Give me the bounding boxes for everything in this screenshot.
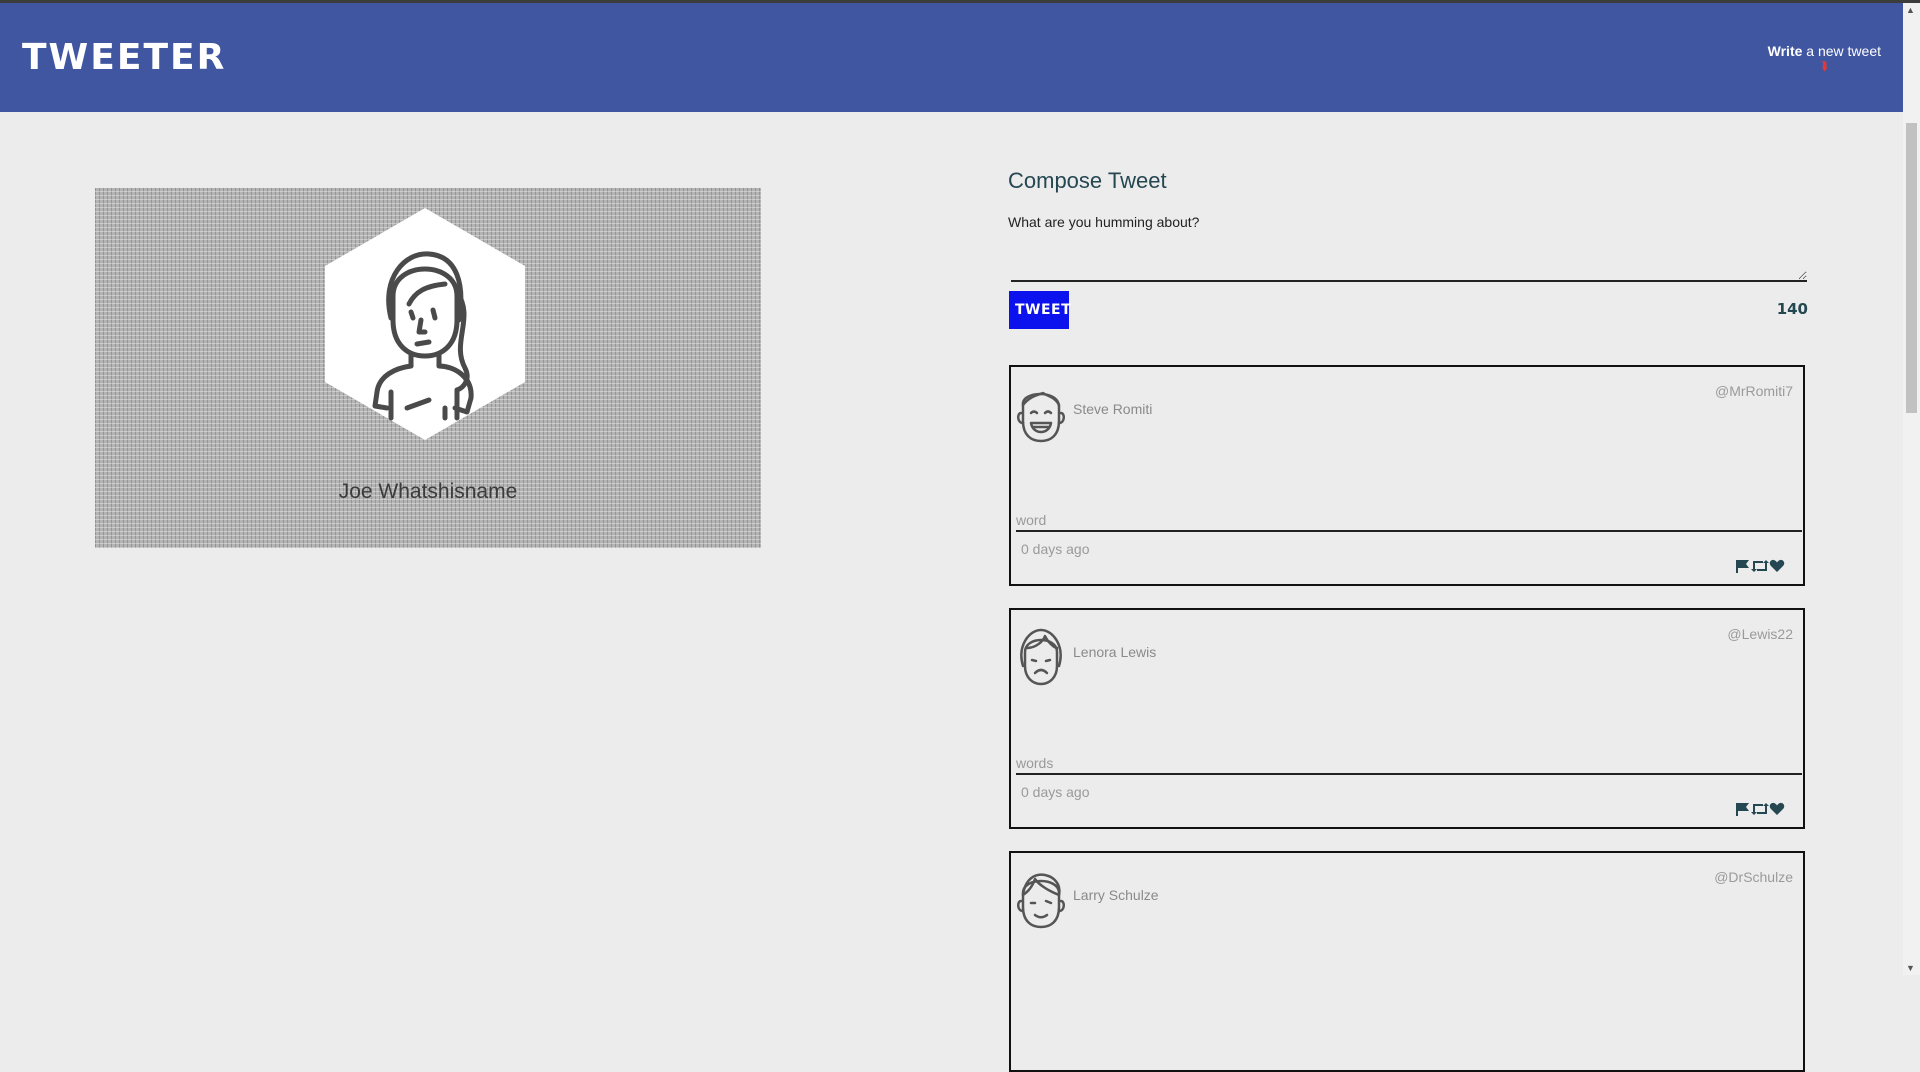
smiling-man-avatar-icon: [1017, 873, 1065, 929]
tweet-timestamp: 0 days ago: [1021, 784, 1090, 800]
scrollbar-thumb[interactable]: [1906, 123, 1917, 413]
tweet-author-handle: @DrSchulze: [1714, 869, 1793, 885]
write-toggle-rest: a new tweet: [1802, 43, 1881, 59]
compose-title: Compose Tweet: [1008, 168, 1167, 193]
page-scrollbar[interactable]: ▲ ▼: [1903, 3, 1920, 975]
scroll-down-arrow-icon[interactable]: ▼: [1906, 963, 1915, 973]
navbar: TWEETER Write a new tweet ⮯: [0, 3, 1903, 112]
heart-icon[interactable]: [1769, 802, 1785, 816]
tweet-content: words: [1016, 755, 1802, 775]
woman-avatar-icon: [325, 208, 525, 440]
app-logo[interactable]: TWEETER: [22, 37, 226, 78]
tweet-actions: [1735, 559, 1785, 573]
compose-label: What are you humming about?: [1008, 214, 1200, 230]
character-counter: 140: [1776, 300, 1808, 318]
flag-icon[interactable]: [1735, 559, 1751, 573]
tweet-card: Larry Schulze @DrSchulze: [1009, 851, 1805, 1072]
laughing-man-avatar-icon: [1017, 391, 1065, 443]
profile-card: Joe Whatshisname: [95, 188, 761, 548]
profile-name: Joe Whatshisname: [338, 480, 518, 503]
tweet-timestamp: 0 days ago: [1021, 541, 1090, 557]
tweet-author-name: Steve Romiti: [1073, 401, 1153, 417]
tweet-textarea[interactable]: [1011, 236, 1807, 282]
tweet-author-name: Lenora Lewis: [1073, 644, 1157, 660]
retweet-icon[interactable]: [1751, 559, 1769, 573]
profile-avatar: [325, 208, 525, 440]
tweet-card: Steve Romiti @MrRomiti7 word 0 days ago: [1009, 365, 1805, 586]
scroll-up-arrow-icon[interactable]: ▲: [1906, 5, 1915, 15]
tweet-submit-button[interactable]: TWEET: [1009, 291, 1071, 329]
tweet-author-name: Larry Schulze: [1073, 887, 1159, 903]
tweet-card: Lenora Lewis @Lewis22 words 0 days ago: [1009, 608, 1805, 829]
sad-woman-avatar-icon: [1020, 628, 1062, 686]
write-toggle-strong: Write: [1767, 43, 1803, 59]
tweet-author-handle: @Lewis22: [1727, 626, 1793, 642]
tweet-author-handle: @MrRomiti7: [1715, 383, 1793, 399]
tweet-content: word: [1016, 512, 1802, 532]
heart-icon[interactable]: [1769, 559, 1785, 573]
tweet-actions: [1735, 802, 1785, 816]
double-chevron-down-icon: ⮯: [1820, 59, 1828, 73]
write-new-tweet-toggle[interactable]: Write a new tweet ⮯: [1767, 43, 1881, 73]
flag-icon[interactable]: [1735, 802, 1751, 816]
retweet-icon[interactable]: [1751, 802, 1769, 816]
